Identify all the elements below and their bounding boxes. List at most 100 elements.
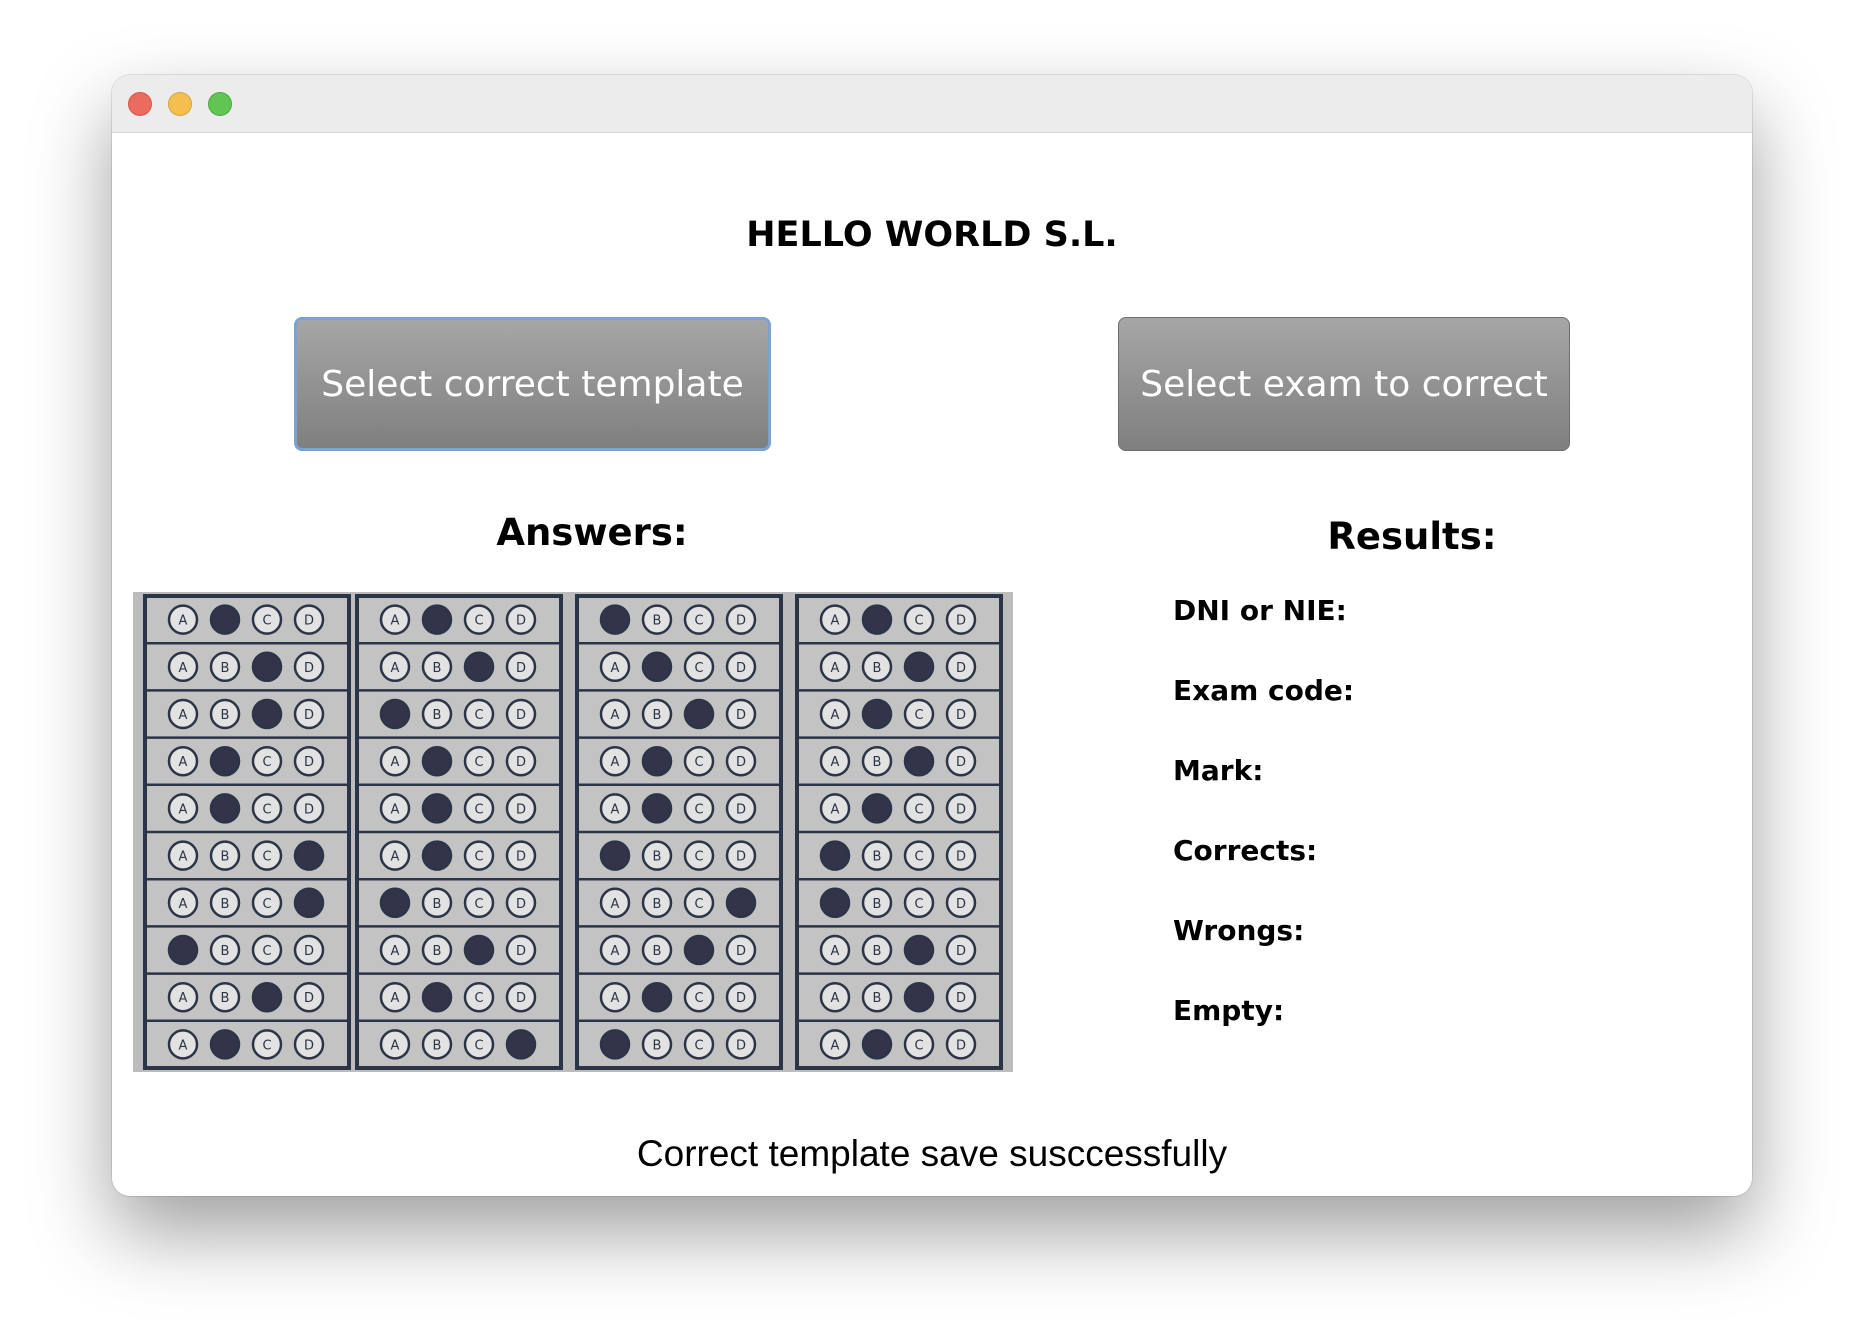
bubble-letter: D xyxy=(304,944,314,959)
bubble-letter: D xyxy=(304,802,314,817)
results-heading: Results: xyxy=(1327,515,1497,558)
filled-bubble xyxy=(421,604,453,635)
answer-sheet-graphic: A C D A B D A B D A C D A C D A B C A B C B C D A B D A C D A C D A B D B C D A… xyxy=(143,594,1003,1070)
bubble-letter: A xyxy=(391,991,400,1006)
bubble-letter: D xyxy=(956,755,966,770)
corrects-label: Corrects: xyxy=(1173,834,1318,867)
bubble-letter: C xyxy=(474,755,483,770)
bubble-letter: B xyxy=(433,661,442,676)
filled-bubble xyxy=(903,934,935,966)
bubble-letter: A xyxy=(391,614,400,629)
bubble-letter: A xyxy=(831,614,840,629)
filled-bubble xyxy=(641,793,673,824)
select-template-button[interactable]: Select correct template xyxy=(294,317,771,451)
answer-column: B C D A C D A B D A C D A C D B C D A B C A B D A C D B C D xyxy=(575,594,783,1070)
answer-sheet-image: A C D A B D A B D A C D A C D A B C A B C B C D A B D A C D A C D A B D B C D A… xyxy=(133,592,1013,1072)
bubble-letter: C xyxy=(474,802,483,817)
bubble-letter: D xyxy=(516,614,526,629)
bubble-letter: B xyxy=(221,897,230,912)
bubble-letter: C xyxy=(262,755,271,770)
bubble-letter: C xyxy=(474,991,483,1006)
bubble-letter: C xyxy=(694,850,703,865)
bubble-letter: B xyxy=(653,850,662,865)
empty-label: Empty: xyxy=(1173,994,1285,1027)
bubble-letter: C xyxy=(694,991,703,1006)
bubble-letter: B xyxy=(653,1038,662,1053)
answer-column: A C D A B D A B D A C D A C D A B C A B C B C D A B D A C D xyxy=(143,594,351,1070)
select-exam-button[interactable]: Select exam to correct xyxy=(1118,317,1570,451)
wrongs-label: Wrongs: xyxy=(1173,914,1305,947)
bubble-letter: C xyxy=(474,850,483,865)
bubble-letter: A xyxy=(179,614,188,629)
bubble-letter: B xyxy=(221,850,230,865)
close-window-button[interactable] xyxy=(128,92,152,116)
app-window: HELLO WORLD S.L. Select correct template… xyxy=(112,75,1752,1196)
bubble-letter: D xyxy=(516,802,526,817)
bubble-letter: D xyxy=(304,991,314,1006)
bubble-letter: A xyxy=(611,991,620,1006)
bubble-letter: C xyxy=(262,897,271,912)
bubble-letter: D xyxy=(304,1038,314,1053)
filled-bubble xyxy=(167,934,199,966)
bubble-letter: A xyxy=(611,944,620,959)
bubble-letter: D xyxy=(956,991,966,1006)
bubble-letter: D xyxy=(516,661,526,676)
bubble-letter: C xyxy=(474,1038,483,1053)
minimize-window-button[interactable] xyxy=(168,92,192,116)
bubble-letter: A xyxy=(179,802,188,817)
bubble-letter: A xyxy=(179,1038,188,1053)
bubble-letter: D xyxy=(516,944,526,959)
bubble-letter: D xyxy=(736,614,746,629)
filled-bubble xyxy=(599,1029,631,1060)
bubble-letter: A xyxy=(179,850,188,865)
bubble-letter: A xyxy=(831,755,840,770)
bubble-letter: A xyxy=(391,944,400,959)
bubble-letter: D xyxy=(736,708,746,723)
maximize-window-button[interactable] xyxy=(208,92,232,116)
bubble-letter: C xyxy=(262,944,271,959)
bubble-letter: A xyxy=(391,850,400,865)
filled-bubble xyxy=(819,840,851,871)
filled-bubble xyxy=(903,651,935,683)
filled-bubble xyxy=(683,698,715,730)
bubble-letter: C xyxy=(474,897,483,912)
bubble-letter: D xyxy=(956,1038,966,1053)
bubble-letter: A xyxy=(831,661,840,676)
bubble-letter: B xyxy=(433,1038,442,1053)
filled-bubble xyxy=(251,651,283,683)
bubble-letter: B xyxy=(653,614,662,629)
bubble-letter: C xyxy=(694,1038,703,1053)
bubble-letter: D xyxy=(956,944,966,959)
bubble-letter: D xyxy=(304,614,314,629)
bubble-letter: C xyxy=(474,614,483,629)
bubble-letter: A xyxy=(391,661,400,676)
bubble-letter: C xyxy=(694,661,703,676)
bubble-letter: A xyxy=(611,755,620,770)
bubble-letter: A xyxy=(831,1038,840,1053)
filled-bubble xyxy=(819,887,851,919)
bubble-letter: D xyxy=(956,802,966,817)
bubble-letter: B xyxy=(433,708,442,723)
bubble-letter: D xyxy=(516,755,526,770)
bubble-letter: B xyxy=(221,661,230,676)
filled-bubble xyxy=(903,981,935,1013)
filled-bubble xyxy=(251,698,283,730)
bubble-letter: D xyxy=(736,1038,746,1053)
bubble-letter: D xyxy=(956,897,966,912)
bubble-letter: D xyxy=(304,708,314,723)
title-bar xyxy=(112,75,1752,133)
bubble-letter: D xyxy=(516,708,526,723)
bubble-letter: D xyxy=(736,755,746,770)
bubble-letter: D xyxy=(736,944,746,959)
bubble-letter: A xyxy=(391,802,400,817)
bubble-letter: B xyxy=(873,897,882,912)
filled-bubble xyxy=(861,1029,893,1060)
filled-bubble xyxy=(293,887,325,919)
bubble-letter: A xyxy=(831,944,840,959)
filled-bubble xyxy=(861,793,893,824)
bubble-letter: C xyxy=(262,614,271,629)
bubble-letter: C xyxy=(694,614,703,629)
bubble-letter: A xyxy=(611,802,620,817)
bubble-letter: D xyxy=(304,755,314,770)
filled-bubble xyxy=(421,745,453,777)
